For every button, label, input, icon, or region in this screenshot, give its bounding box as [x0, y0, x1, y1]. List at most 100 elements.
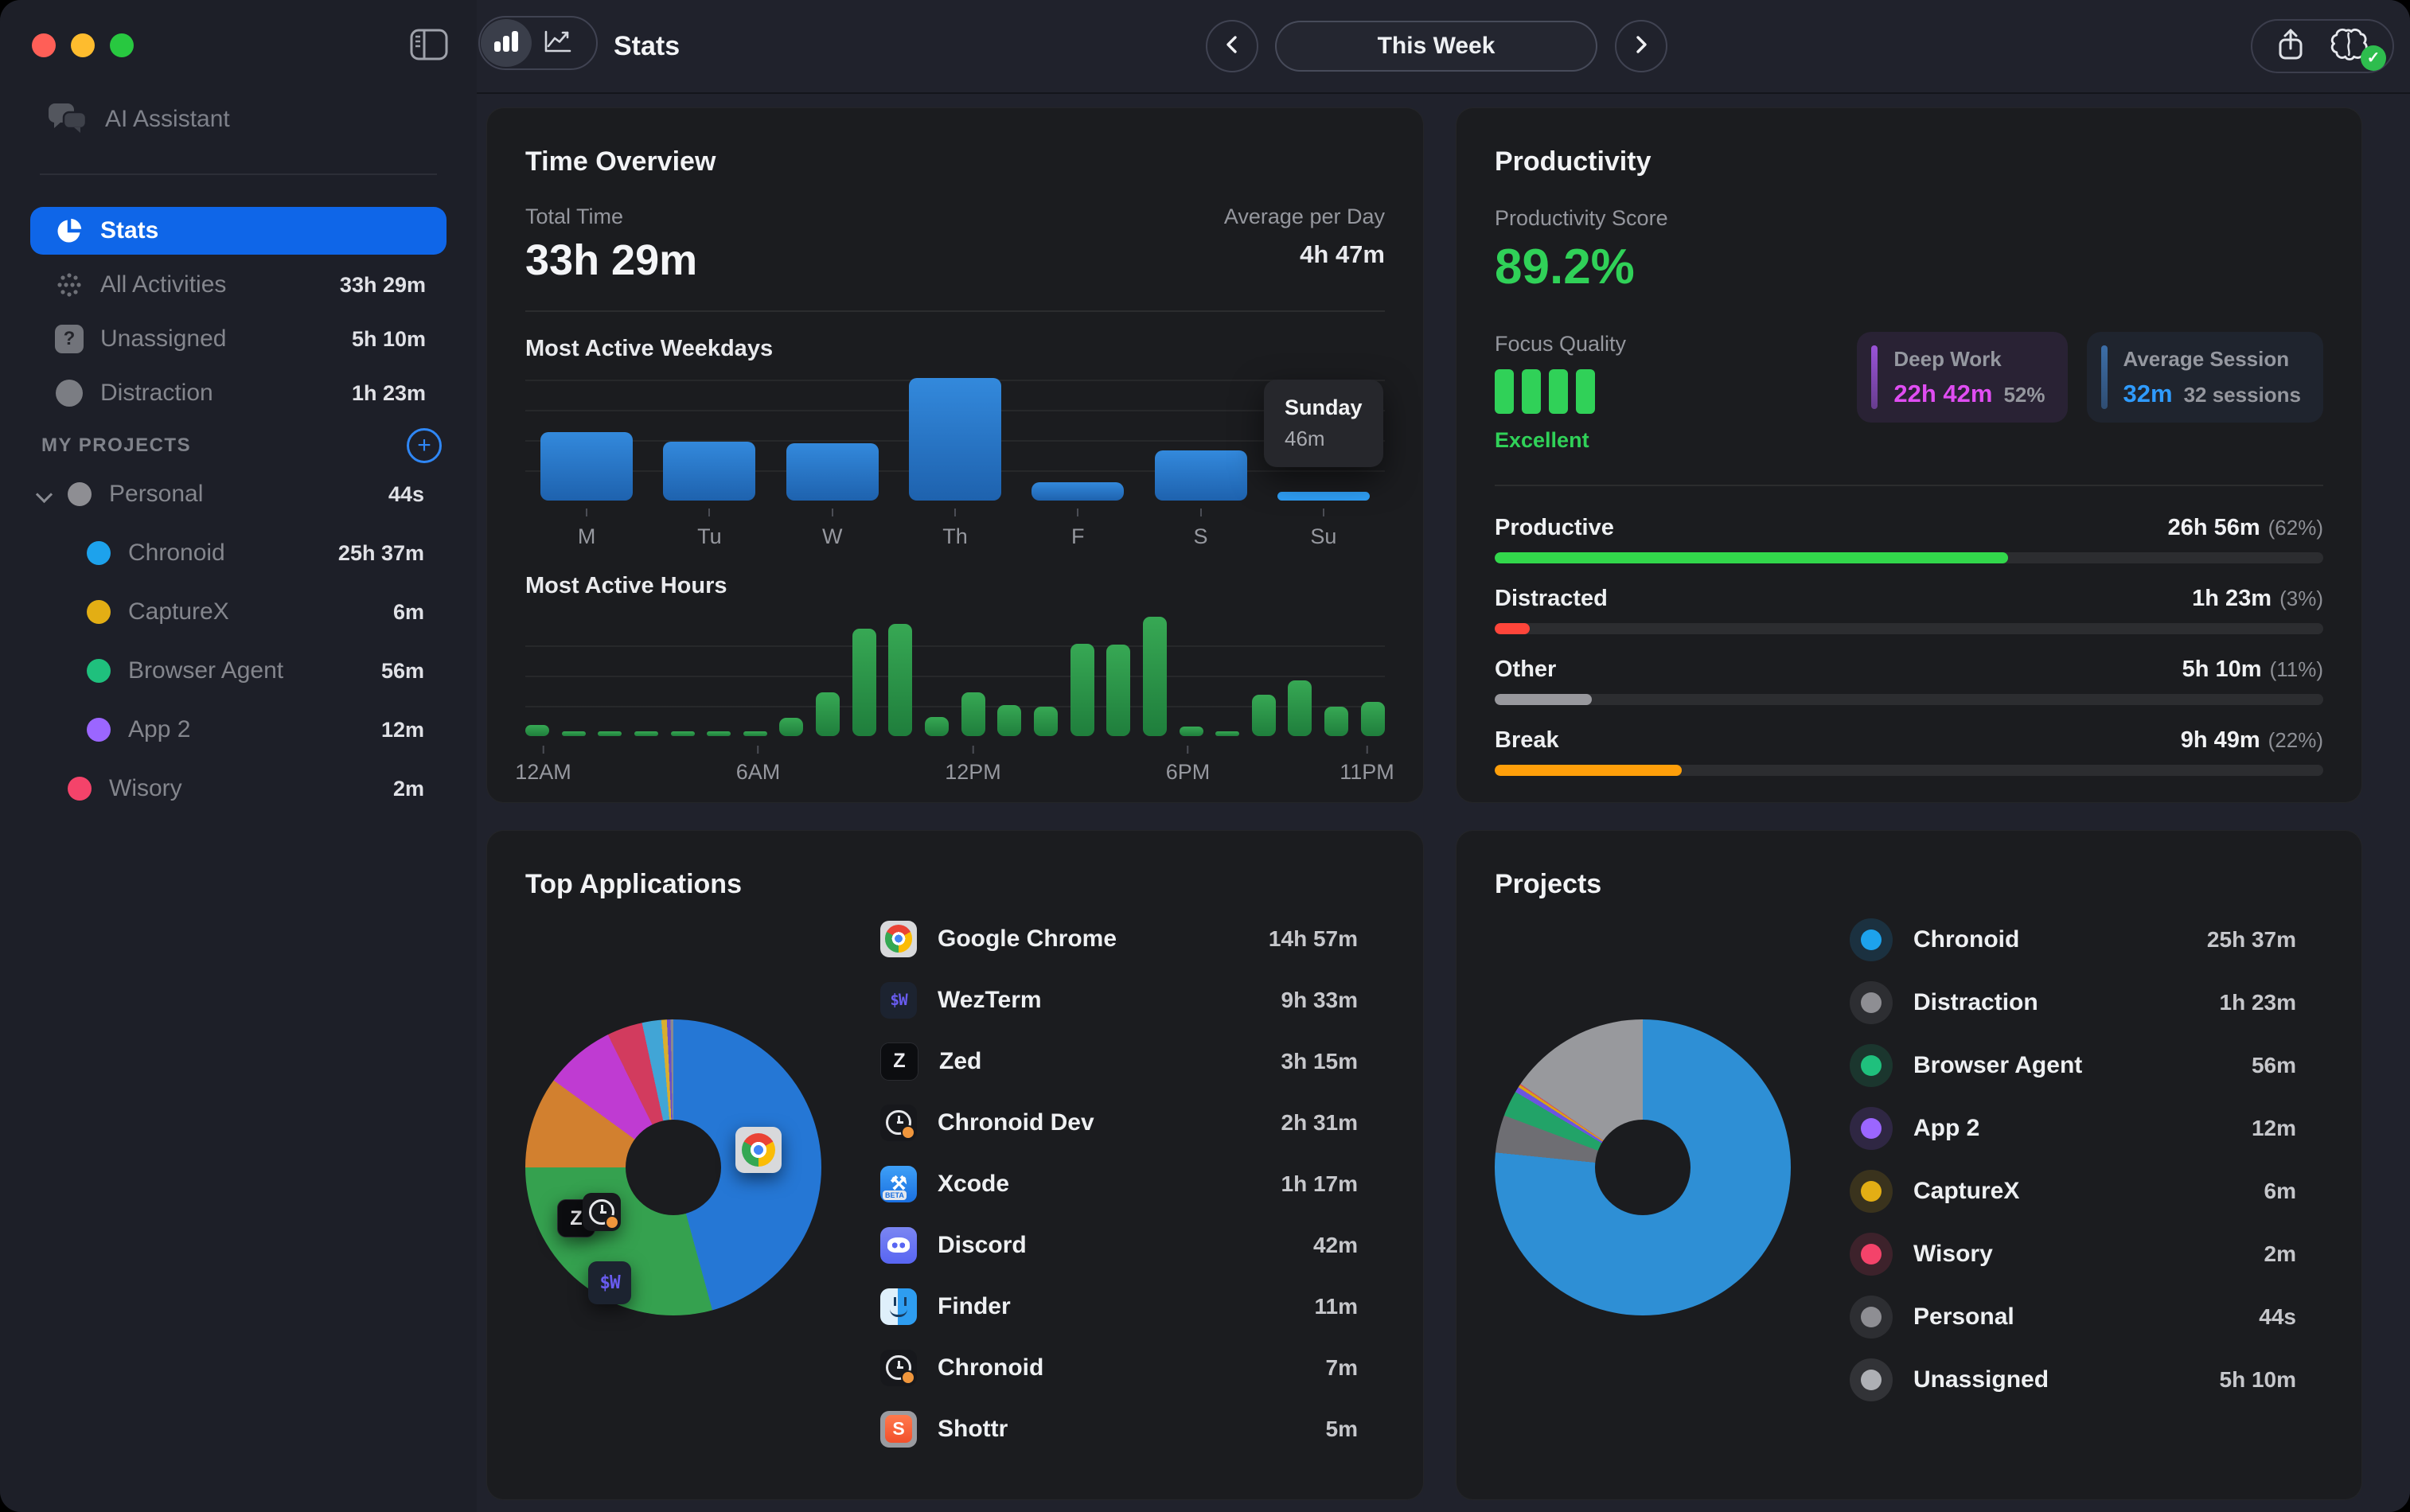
minimize-button[interactable]	[71, 33, 95, 57]
hour-bar[interactable]	[1361, 702, 1385, 736]
hour-bar[interactable]	[816, 692, 840, 736]
legend-row: Chronoid25h 37m	[1850, 908, 2323, 971]
breakdown-value: 5h 10m	[2182, 657, 2262, 682]
line-chart-view-button[interactable]	[532, 19, 583, 67]
breakdown-label: Distracted	[1495, 586, 1608, 612]
weekday-bar[interactable]	[786, 443, 879, 501]
sidebar-item-all-activities[interactable]: All Activities 33h 29m	[30, 261, 447, 309]
weekday-bar[interactable]	[1277, 492, 1370, 501]
sidebar-nav: Stats All Activities 33h 29m ? Unassigne…	[30, 207, 447, 423]
hour-bar[interactable]	[1143, 617, 1167, 736]
hour-bar[interactable]	[1106, 645, 1130, 736]
discord-icon	[880, 1227, 917, 1264]
hour-bar[interactable]	[1215, 731, 1239, 736]
hour-bar[interactable]	[961, 692, 985, 736]
sidebar-project-row[interactable]: Wisory2m	[0, 759, 477, 818]
sidebar-project-row[interactable]: App 212m	[0, 700, 477, 759]
project-duration: 25h 37m	[338, 541, 424, 566]
hour-bar[interactable]	[671, 731, 695, 736]
chevron-left-icon	[1222, 33, 1242, 60]
hour-bar[interactable]	[707, 731, 731, 736]
hour-bar[interactable]	[525, 725, 549, 736]
weekday-bar[interactable]	[540, 432, 633, 501]
app-duration: 5m	[1326, 1417, 1385, 1442]
weekday-bar-column[interactable]	[648, 378, 770, 501]
sidebar-toggle-button[interactable]	[408, 29, 450, 64]
sidebar-item-ai-assistant[interactable]: AI Assistant	[21, 92, 456, 146]
hour-bar[interactable]	[743, 731, 767, 736]
hour-bar[interactable]	[1252, 695, 1276, 736]
weekday-bar-column[interactable]	[525, 378, 648, 501]
hour-bar[interactable]	[1180, 727, 1203, 736]
app-row: Chronoid Dev2h 31m	[880, 1092, 1385, 1153]
weekday-bar-column[interactable]	[894, 378, 1016, 501]
shottr-icon	[880, 1411, 917, 1448]
apps-donut-chart[interactable]	[525, 1019, 821, 1315]
add-project-button[interactable]: +	[407, 428, 442, 463]
zoom-button[interactable]	[110, 33, 134, 57]
legend-color-dot	[1850, 981, 1893, 1024]
hour-bar[interactable]	[997, 705, 1021, 736]
hours-axis: 12AM6AM12PM6PM11PM	[525, 746, 1385, 793]
chronoid-icon	[583, 1193, 621, 1231]
hour-bar[interactable]	[1324, 707, 1348, 736]
weekday-bar[interactable]	[1155, 450, 1247, 501]
sidebar-project-row[interactable]: Browser Agent56m	[0, 641, 477, 700]
sidebar-project-row[interactable]: Personal44s	[0, 465, 477, 524]
chevron-down-icon[interactable]	[36, 486, 53, 503]
legend-row: CaptureX6m	[1850, 1159, 2323, 1222]
tile-value-row: 32m32 sessions	[2123, 380, 2301, 408]
period-selector[interactable]: This Week	[1275, 21, 1597, 72]
project-duration: 12m	[381, 718, 424, 742]
sidebar-item-distraction[interactable]: Distraction 1h 23m	[30, 369, 447, 417]
weekday-bar-column[interactable]	[1016, 378, 1139, 501]
sidebar-item-label: Stats	[100, 217, 158, 244]
weekday-bar-column[interactable]	[771, 378, 894, 501]
app-duration: 9h 33m	[1281, 988, 1386, 1013]
ai-sync-button[interactable]: ✓	[2329, 27, 2369, 66]
legend-row: Personal44s	[1850, 1285, 2323, 1348]
chronoid-icon	[880, 1105, 917, 1141]
next-period-button[interactable]	[1615, 20, 1667, 72]
hour-bar[interactable]	[852, 629, 876, 736]
app-duration: 14h 57m	[1269, 926, 1385, 952]
breakdown-fill	[1495, 623, 1530, 634]
sidebar-item-unassigned[interactable]: ? Unassigned 5h 10m	[30, 315, 447, 363]
breakdown-row: Break9h 49m(22%)	[1495, 727, 2323, 776]
previous-period-button[interactable]	[1206, 20, 1258, 72]
hour-bar[interactable]	[1034, 707, 1058, 736]
projects-donut-chart[interactable]	[1495, 1019, 1791, 1315]
sidebar-project-row[interactable]: Chronoid25h 37m	[0, 524, 477, 583]
hour-bar[interactable]	[925, 717, 949, 736]
share-button[interactable]	[2276, 28, 2305, 65]
weekday-bar[interactable]	[663, 442, 755, 501]
project-duration: 56m	[381, 659, 424, 684]
focus-quality-segment	[1522, 369, 1541, 414]
hour-bar[interactable]	[634, 731, 658, 736]
legend-row: Unassigned5h 10m	[1850, 1348, 2323, 1411]
weekday-bar[interactable]	[909, 378, 1001, 501]
bar-chart-view-button[interactable]	[481, 19, 532, 67]
close-button[interactable]	[32, 33, 56, 57]
sidebar-item-duration: 5h 10m	[352, 327, 426, 352]
app-duration: 7m	[1326, 1355, 1385, 1381]
app-row: Chronoid7m	[880, 1337, 1385, 1398]
app-duration: 2h 31m	[1281, 1110, 1386, 1136]
hour-bar[interactable]	[598, 731, 622, 736]
tile-suffix: 52%	[2003, 383, 2045, 407]
project-color-dot	[87, 718, 111, 742]
hour-bar[interactable]	[779, 718, 803, 736]
legend-color-dot	[1850, 918, 1893, 961]
hour-bar[interactable]	[1288, 680, 1312, 736]
sidebar: AI Assistant Stats All Activities 33h 29…	[0, 0, 478, 1512]
hours-axis-label: 12PM	[945, 746, 1001, 785]
hours-axis-label: 6PM	[1166, 746, 1211, 785]
hour-bar[interactable]	[1070, 644, 1094, 736]
hour-bar[interactable]	[888, 624, 912, 736]
sidebar-project-row[interactable]: CaptureX6m	[0, 583, 477, 641]
xcode-icon	[880, 1166, 917, 1202]
sidebar-item-stats[interactable]: Stats	[30, 207, 447, 255]
weekday-bar[interactable]	[1031, 482, 1124, 501]
weekday-bar-column[interactable]	[1139, 378, 1262, 501]
hour-bar[interactable]	[562, 731, 586, 736]
